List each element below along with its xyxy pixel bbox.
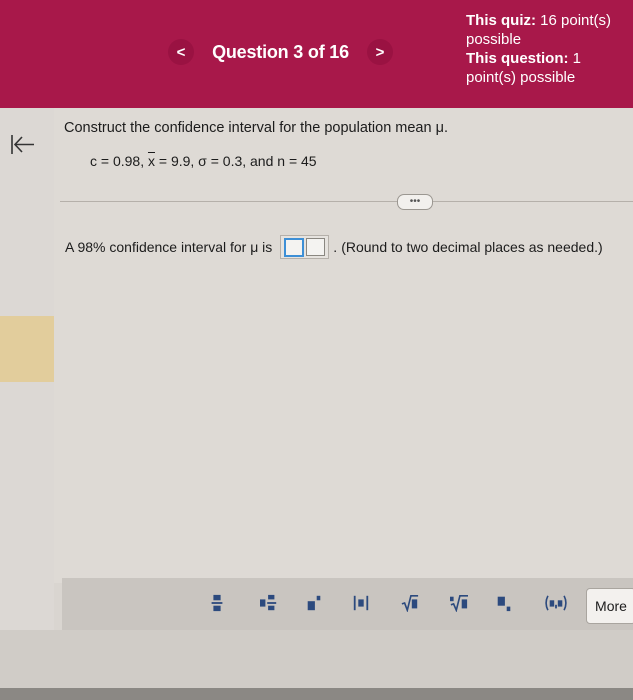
expand-more-button[interactable]: ••• bbox=[397, 194, 433, 210]
interval-answer-box[interactable] bbox=[280, 235, 330, 259]
question-nav: < Question 3 of 16 > bbox=[168, 36, 393, 68]
exponent-icon[interactable] bbox=[306, 594, 322, 612]
question-position: Question 3 of 16 bbox=[212, 41, 349, 62]
header-bar: < Question 3 of 16 > This quiz: 16 point… bbox=[0, 0, 633, 108]
question-prompt: Construct the confidence interval for th… bbox=[64, 120, 448, 136]
subscript-icon[interactable] bbox=[496, 594, 512, 612]
nth-root-icon[interactable] bbox=[448, 594, 470, 612]
more-tools-button[interactable]: More bbox=[586, 588, 633, 624]
answer-period: . bbox=[333, 239, 338, 255]
question-points-label: This question: bbox=[466, 50, 569, 67]
answer-lead-text: A 98% confidence interval for μ is bbox=[65, 239, 273, 255]
square-root-icon[interactable] bbox=[400, 594, 420, 612]
mixed-number-icon[interactable] bbox=[258, 594, 280, 612]
next-question-button[interactable]: > bbox=[366, 39, 393, 65]
points-info: This quiz: 16 point(s) possible This que… bbox=[466, 11, 631, 87]
sample-mean-symbol: x bbox=[147, 153, 155, 169]
given-rest: = 9.9, σ = 0.3, and n = 45 bbox=[154, 153, 317, 169]
given-c: c = 0.98, bbox=[90, 153, 148, 169]
rounding-instruction: (Round to two decimal places as needed.) bbox=[341, 239, 603, 255]
absolute-value-icon[interactable] bbox=[352, 594, 370, 612]
question-content-area bbox=[54, 108, 633, 583]
collapse-arrow-icon[interactable] bbox=[8, 130, 38, 160]
section-divider bbox=[60, 201, 633, 202]
side-highlight-block bbox=[0, 316, 54, 382]
previous-question-button[interactable]: < bbox=[168, 39, 194, 65]
upper-bound-input[interactable] bbox=[306, 238, 326, 256]
lower-bound-input[interactable] bbox=[284, 237, 305, 257]
interval-icon[interactable] bbox=[542, 594, 570, 612]
quiz-points-label: This quiz: bbox=[466, 12, 536, 29]
bottom-bar bbox=[0, 688, 633, 700]
side-panel bbox=[0, 108, 54, 700]
given-values: c = 0.98, x = 9.9, σ = 0.3, and n = 45 bbox=[90, 153, 317, 169]
answer-line: A 98% confidence interval for μ is . (Ro… bbox=[65, 235, 603, 259]
fraction-icon[interactable] bbox=[210, 594, 224, 612]
